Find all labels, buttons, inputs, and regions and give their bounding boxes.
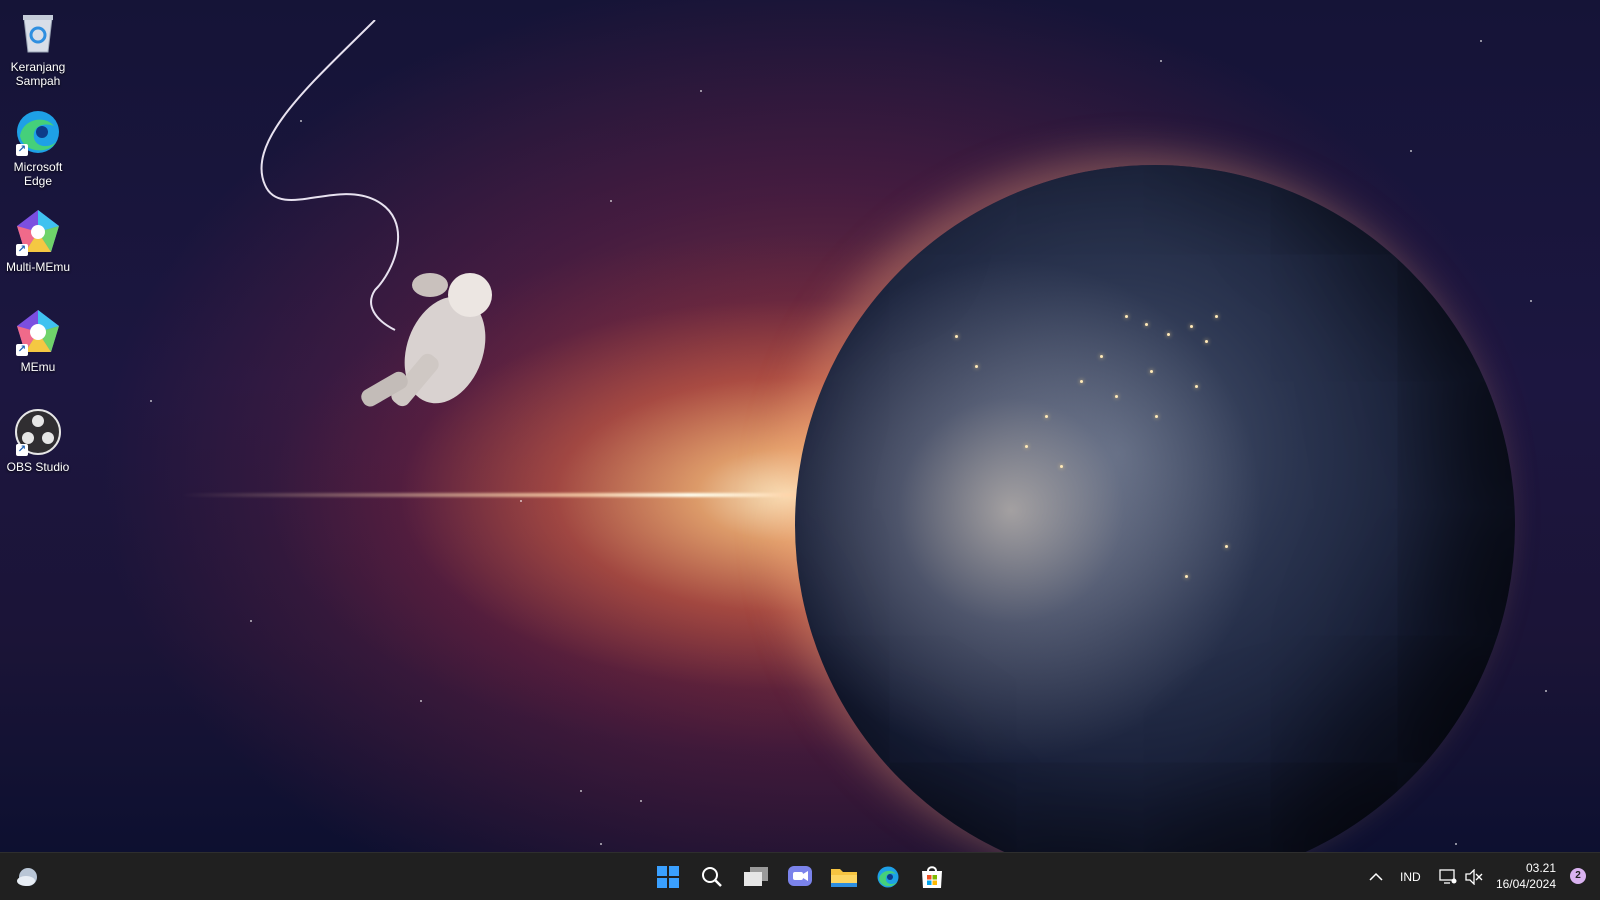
edge-icon: ↗: [14, 108, 62, 156]
microsoft-store-icon: [922, 866, 942, 888]
desktop-icon-label: MEmu: [20, 360, 56, 374]
clock-button[interactable]: 03.21 16/04/2024: [1496, 860, 1556, 892]
task-view-icon: [744, 867, 768, 886]
desktop-icon-recycle-bin[interactable]: Keranjang Sampah: [2, 8, 74, 88]
desktop-icon-label: OBS Studio: [6, 460, 70, 474]
file-explorer-icon: [831, 869, 857, 887]
chevron-up-icon: [1369, 872, 1383, 881]
start-button[interactable]: [650, 859, 686, 895]
astronaut-image: [260, 20, 492, 407]
teams-chat-icon: [788, 866, 812, 886]
shortcut-arrow-icon: ↗: [16, 244, 28, 256]
desktop-icon-memu[interactable]: ↗ MEmu: [2, 308, 74, 374]
desktop-icon-label: Keranjang Sampah: [10, 60, 66, 88]
desktop-icon-microsoft-edge[interactable]: ↗ Microsoft Edge: [2, 108, 74, 188]
widgets-button[interactable]: [10, 859, 46, 895]
desktop-icon-multi-memu[interactable]: ↗ Multi-MEmu: [2, 208, 74, 274]
shortcut-arrow-icon: ↗: [16, 344, 28, 356]
notification-badge[interactable]: 2: [1570, 868, 1586, 884]
search-icon: [702, 867, 722, 887]
language-indicator[interactable]: IND: [1400, 870, 1421, 884]
taskbar: IND 03.21 16/04/2024 2: [0, 852, 1600, 900]
desktop-icon-obs-studio[interactable]: ↗ OBS Studio: [2, 408, 74, 474]
search-button[interactable]: [694, 859, 730, 895]
recycle-bin-icon: [14, 8, 62, 56]
multi-memu-icon: ↗: [14, 208, 62, 256]
obs-studio-icon: ↗: [14, 408, 62, 456]
network-icon: [1439, 869, 1457, 884]
task-view-button[interactable]: [738, 859, 774, 895]
volume-muted-icon: [1465, 869, 1483, 885]
weather-cloud-icon: [17, 868, 37, 886]
microsoft-store-button[interactable]: [914, 859, 950, 895]
show-hidden-icons-button[interactable]: [1358, 859, 1394, 895]
shortcut-arrow-icon: ↗: [16, 444, 28, 456]
shortcut-arrow-icon: ↗: [16, 144, 28, 156]
clock-time: 03.21: [1525, 861, 1556, 875]
edge-icon: [877, 866, 899, 888]
windows-start-icon: [657, 866, 679, 888]
file-explorer-button[interactable]: [826, 859, 862, 895]
desktop-icon-label: Microsoft Edge: [13, 160, 63, 188]
chat-button[interactable]: [782, 859, 818, 895]
desktop-wallpaper: [0, 0, 1600, 852]
earth-image: [795, 165, 1515, 852]
desktop-icon-label: Multi-MEmu: [5, 260, 70, 274]
memu-icon: ↗: [14, 308, 62, 356]
edge-taskbar-button[interactable]: [870, 859, 906, 895]
clock-date: 16/04/2024: [1495, 877, 1556, 891]
volume-button[interactable]: [1456, 859, 1492, 895]
